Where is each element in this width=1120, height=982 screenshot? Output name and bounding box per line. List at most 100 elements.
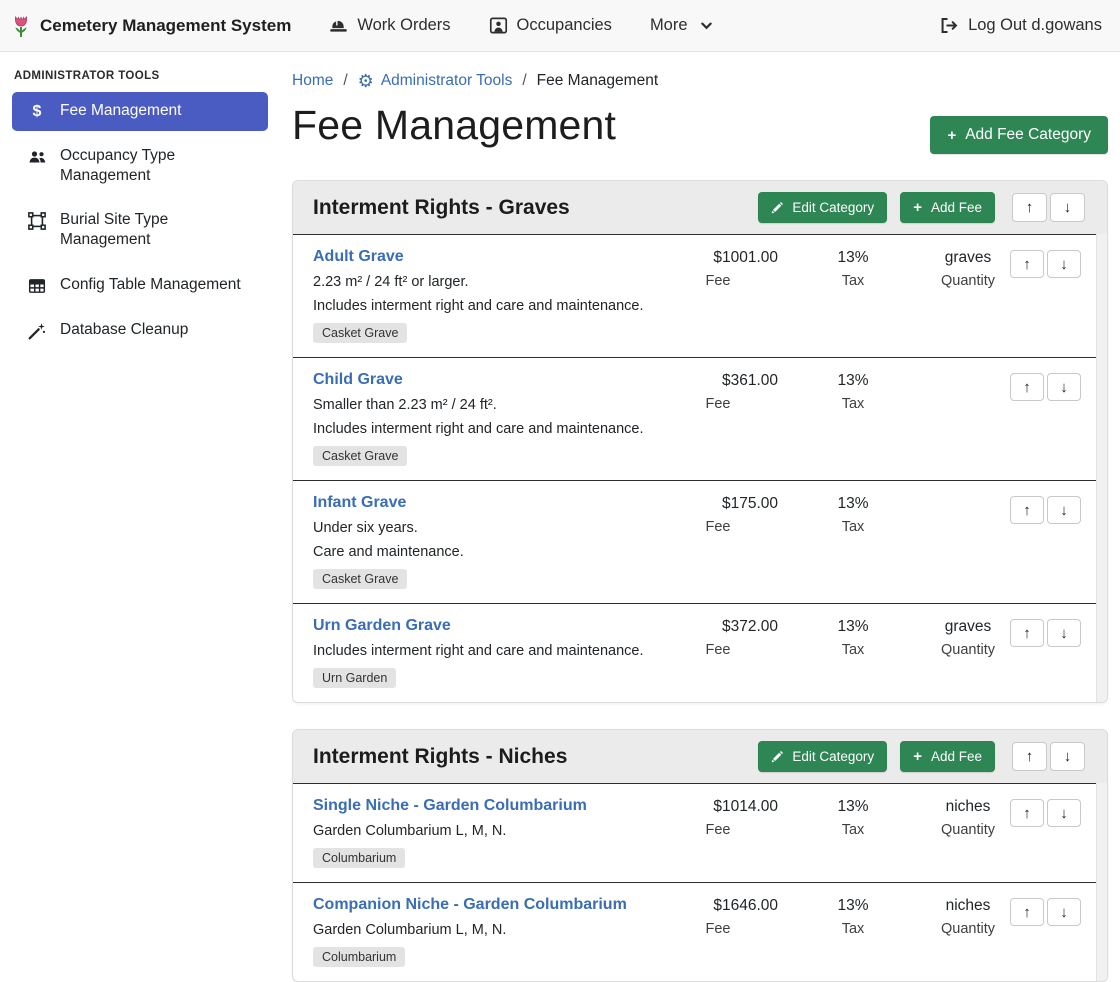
- app-brand: Cemetery Management System: [10, 14, 291, 38]
- arrow-up-icon: ↑: [1023, 379, 1031, 396]
- tax-label: Tax: [778, 921, 928, 937]
- arrow-up-icon: ↑: [1023, 502, 1031, 519]
- category-move-down-button[interactable]: ↓: [1050, 742, 1085, 771]
- fee-row: Urn Garden Grave Includes interment righ…: [293, 603, 1107, 702]
- fee-tag: Columbarium: [313, 947, 405, 967]
- add-fee-button[interactable]: + Add Fee: [900, 741, 995, 772]
- fee-category-card: Interment Rights - Niches Edit Category …: [292, 729, 1108, 982]
- fee-move-down-button[interactable]: ↓: [1047, 250, 1081, 278]
- nav-item-work-orders[interactable]: Work Orders: [329, 16, 450, 35]
- fee-name-link[interactable]: Adult Grave: [313, 248, 404, 265]
- quantity-value: graves: [928, 249, 1008, 267]
- sidebar-item-fee-management[interactable]: $ Fee Management: [12, 92, 268, 131]
- fee-amount: $1014.00: [658, 798, 778, 816]
- arrow-up-icon: ↑: [1023, 904, 1031, 921]
- arrow-down-icon: ↓: [1064, 199, 1072, 216]
- fee-name-link[interactable]: Urn Garden Grave: [313, 617, 451, 634]
- sidebar-item-label: Config Table Management: [60, 275, 241, 295]
- nav-work-orders-label: Work Orders: [357, 16, 450, 35]
- arrow-down-icon: ↓: [1060, 256, 1068, 273]
- arrow-down-icon: ↓: [1060, 379, 1068, 396]
- breadcrumb-home-link[interactable]: Home: [292, 72, 333, 90]
- fee-move-up-button[interactable]: ↑: [1010, 799, 1044, 827]
- fee-name-link[interactable]: Infant Grave: [313, 494, 406, 511]
- pencil-icon: [771, 202, 783, 214]
- fee-name-link[interactable]: Single Niche - Garden Columbarium: [313, 797, 587, 814]
- fee-move-up-button[interactable]: ↑: [1010, 898, 1044, 926]
- breadcrumb-current: Fee Management: [537, 72, 659, 90]
- app-title: Cemetery Management System: [40, 16, 291, 36]
- fee-category-card: Interment Rights - Graves Edit Category …: [292, 180, 1108, 703]
- card-scrollbar[interactable]: [1096, 234, 1107, 702]
- card-scrollbar[interactable]: [1096, 783, 1107, 981]
- breadcrumb-separator: /: [522, 72, 526, 90]
- category-move-down-button[interactable]: ↓: [1050, 193, 1085, 222]
- tax-value: 13%: [778, 897, 928, 915]
- chevron-down-icon: [697, 16, 716, 35]
- fee-name-link[interactable]: Child Grave: [313, 371, 403, 388]
- tax-value: 13%: [778, 495, 928, 513]
- quantity-value: niches: [928, 897, 1008, 915]
- tax-label: Tax: [778, 273, 928, 289]
- fee-move-up-button[interactable]: ↑: [1010, 250, 1044, 278]
- add-fee-category-label: Add Fee Category: [965, 126, 1091, 144]
- cleanup-wand-icon: [27, 321, 47, 341]
- edit-category-button[interactable]: Edit Category: [758, 741, 887, 772]
- sidebar-item-occupancy-type-management[interactable]: Occupancy Type Management: [12, 137, 268, 195]
- sidebar-item-label: Occupancy Type Management: [60, 146, 258, 186]
- fee-name-link[interactable]: Companion Niche - Garden Columbarium: [313, 896, 627, 913]
- sidebar-item-burial-site-type-management[interactable]: Burial Site Type Management: [12, 201, 268, 259]
- quantity-value: niches: [928, 798, 1008, 816]
- arrow-up-icon: ↑: [1023, 805, 1031, 822]
- fee-move-up-button[interactable]: ↑: [1010, 619, 1044, 647]
- quantity-label: Quantity: [928, 642, 1008, 658]
- tax-label: Tax: [778, 822, 928, 838]
- logout-link[interactable]: Log Out d.gowans: [939, 16, 1102, 35]
- sidebar-item-config-table-management[interactable]: Config Table Management: [12, 266, 268, 305]
- nav-item-occupancies[interactable]: Occupancies: [489, 16, 612, 35]
- fee-amount: $175.00: [658, 495, 778, 513]
- breadcrumb-home-label: Home: [292, 72, 333, 90]
- arrow-up-icon: ↑: [1026, 748, 1034, 765]
- fee-move-down-button[interactable]: ↓: [1047, 619, 1081, 647]
- nav-item-more[interactable]: More: [650, 16, 716, 35]
- arrow-up-icon: ↑: [1023, 256, 1031, 273]
- category-move-up-button[interactable]: ↑: [1012, 193, 1047, 222]
- edit-category-button[interactable]: Edit Category: [758, 192, 887, 223]
- add-fee-button[interactable]: + Add Fee: [900, 192, 995, 223]
- pencil-icon: [771, 751, 783, 763]
- fee-move-down-button[interactable]: ↓: [1047, 898, 1081, 926]
- arrow-down-icon: ↓: [1060, 502, 1068, 519]
- tax-label: Tax: [778, 642, 928, 658]
- fee-amount-label: Fee: [658, 519, 778, 535]
- main-content: Home / ⚙ Administrator Tools / Fee Manag…: [292, 52, 1108, 939]
- category-move-up-button[interactable]: ↑: [1012, 742, 1047, 771]
- fee-move-down-button[interactable]: ↓: [1047, 373, 1081, 401]
- fee-tag: Columbarium: [313, 848, 405, 868]
- tax-value: 13%: [778, 618, 928, 636]
- admin-sidebar: ADMINISTRATOR TOOLS $ Fee Management Occ…: [0, 52, 280, 939]
- nav-occupancies-label: Occupancies: [517, 16, 612, 35]
- sidebar-item-database-cleanup[interactable]: Database Cleanup: [12, 311, 268, 350]
- category-header: Interment Rights - Niches Edit Category …: [293, 730, 1107, 783]
- primary-nav: Work Orders Occupancies More: [329, 16, 715, 35]
- fee-amount-label: Fee: [658, 921, 778, 937]
- category-header: Interment Rights - Graves Edit Category …: [293, 181, 1107, 234]
- fee-move-down-button[interactable]: ↓: [1047, 496, 1081, 524]
- quantity-label: Quantity: [928, 822, 1008, 838]
- fee-move-down-button[interactable]: ↓: [1047, 799, 1081, 827]
- fee-move-up-button[interactable]: ↑: [1010, 496, 1044, 524]
- category-title: Interment Rights - Niches: [313, 745, 745, 769]
- fee-move-up-button[interactable]: ↑: [1010, 373, 1044, 401]
- fee-row: Single Niche - Garden Columbarium Garden…: [293, 783, 1107, 882]
- table-icon: [27, 276, 47, 296]
- add-fee-category-button[interactable]: + Add Fee Category: [930, 116, 1108, 154]
- edit-category-label: Edit Category: [792, 200, 874, 215]
- category-fee-list: Single Niche - Garden Columbarium Garden…: [293, 783, 1107, 981]
- arrow-down-icon: ↓: [1064, 748, 1072, 765]
- fee-description: Includes interment right and care and ma…: [313, 298, 648, 314]
- fee-amount-label: Fee: [658, 642, 778, 658]
- breadcrumb-admin-tools-link[interactable]: ⚙ Administrator Tools: [358, 72, 513, 90]
- arrow-down-icon: ↓: [1060, 904, 1068, 921]
- fee-amount-label: Fee: [658, 396, 778, 412]
